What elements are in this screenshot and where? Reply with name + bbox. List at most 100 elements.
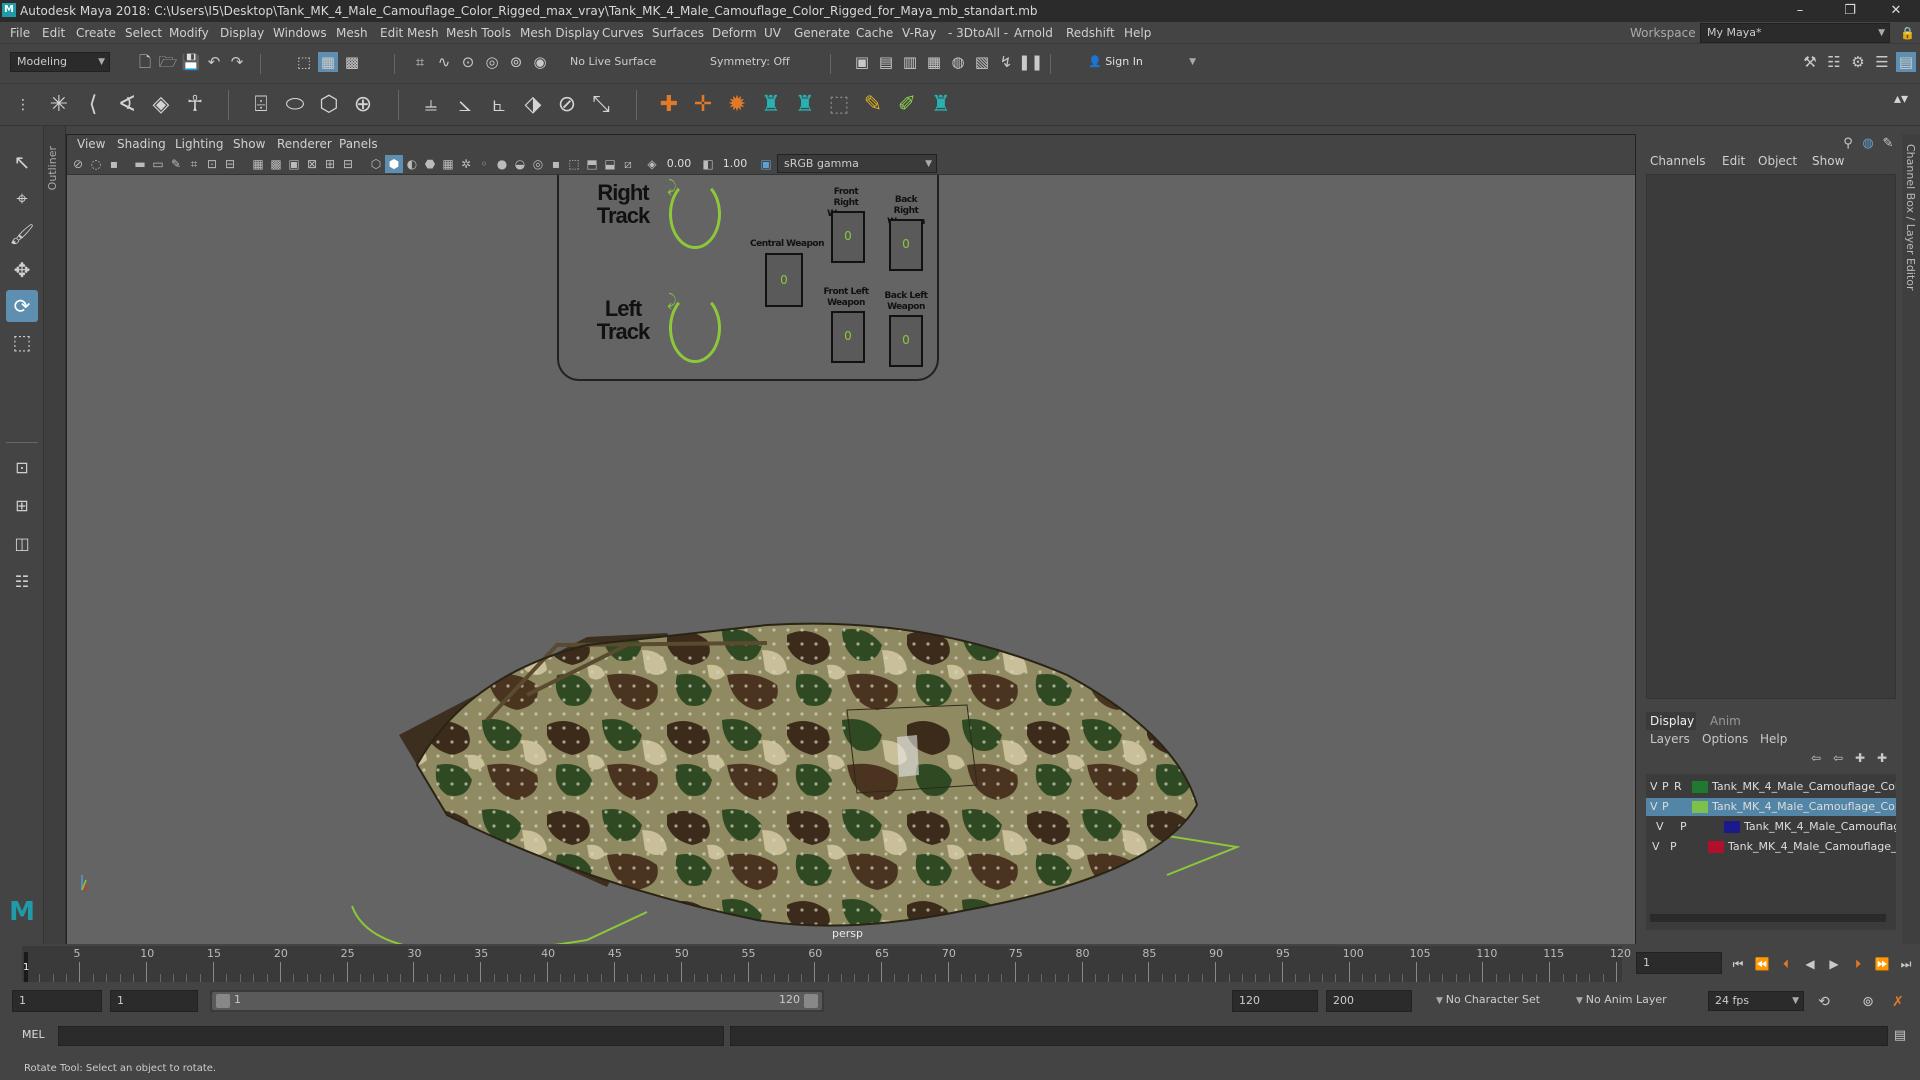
playback-end-field[interactable]: 120	[1232, 990, 1318, 1012]
menu-cache[interactable]: Cache	[856, 22, 893, 44]
menu-help-layers[interactable]: Help	[1760, 730, 1787, 748]
exposure-value[interactable]: 0.00	[661, 155, 697, 173]
attribute-icon[interactable]: ◍	[1858, 134, 1878, 154]
menu-modify[interactable]: Modify	[169, 22, 209, 44]
two-view-layout-icon[interactable]: ◫	[6, 528, 38, 560]
undo-icon[interactable]: ↶	[204, 52, 224, 72]
shelf-scroll-icon[interactable]: ▴▾	[1886, 84, 1916, 114]
open-scene-icon[interactable]: 🗁	[158, 52, 178, 72]
shelf-parent-constraint-icon[interactable]: ⫨	[416, 90, 446, 120]
menu-help[interactable]: Help	[1124, 22, 1151, 44]
paint-select-tool-icon[interactable]: 🖌	[6, 218, 38, 250]
outliner-layout-icon[interactable]: ☷	[6, 566, 38, 598]
time-slider[interactable]: 5 10 15 20 25 30 35 40 45 50 55 60 65 70 75 80 85 90 95 100…	[0, 944, 1920, 984]
step-forward-key-icon[interactable]: ⏩	[1872, 954, 1892, 974]
tab-display[interactable]: Display	[1646, 712, 1696, 730]
channel-box-toggle-icon[interactable]: ▤	[1896, 52, 1916, 72]
select-component-icon[interactable]: ▩	[342, 52, 362, 72]
sign-in-button[interactable]: 👤 Sign In ▼	[1082, 53, 1200, 73]
select-hierarchy-icon[interactable]: ⬚	[294, 52, 314, 72]
time-ruler[interactable]: 5 10 15 20 25 30 35 40 45 50 55 60 65 70 75 80 85 90 95 100…	[22, 946, 1631, 982]
layer-row[interactable]: V P Tank_MK_4_Male_Camouflage_Color	[1646, 798, 1896, 816]
exposure-icon[interactable]: ◈	[643, 155, 661, 173]
animation-start-field[interactable]: 1	[12, 990, 102, 1012]
tab-channels[interactable]: Channels	[1650, 154, 1706, 168]
select-object-icon[interactable]: ▦	[318, 52, 338, 72]
back-right-weapon-slider[interactable]: 0	[889, 219, 923, 271]
menu-windows[interactable]: Windows	[273, 22, 327, 44]
safe-action-icon[interactable]: ⧄	[619, 155, 637, 173]
outliner-strip[interactable]: Outliner	[44, 126, 66, 944]
lights-icon[interactable]: ✲	[457, 155, 475, 173]
shelf-ik-icon[interactable]: ⟨	[78, 90, 108, 120]
snap-grid-icon[interactable]: ⌗	[410, 52, 430, 72]
bookmark-icon[interactable]: ▪	[105, 155, 123, 173]
viewport-menu-view[interactable]: View	[77, 135, 105, 153]
menu-edit-mesh[interactable]: Edit Mesh	[380, 22, 439, 44]
modeling-toolkit-icon[interactable]: ⚒	[1800, 52, 1820, 72]
menu-deform[interactable]: Deform	[712, 22, 757, 44]
shelf-cluster-icon[interactable]: ⌹	[246, 90, 276, 120]
character-set-dropdown[interactable]: ▼ No Character Set	[1430, 991, 1576, 1011]
channel-box-area[interactable]	[1646, 174, 1896, 699]
redo-icon[interactable]: ↷	[227, 52, 247, 72]
shelf-options-icon[interactable]: ⋮	[8, 90, 38, 120]
shelf-joint-icon[interactable]: ✳	[44, 90, 74, 120]
xray-joints-icon[interactable]: ⬣	[421, 155, 439, 173]
layer-name[interactable]: Tank_MK_4_Male_Camouflage_Color	[1712, 798, 1896, 816]
back-left-weapon-slider[interactable]: 0	[889, 315, 923, 367]
layer-playback-toggle[interactable]: P	[1670, 838, 1677, 856]
shaded-icon[interactable]: ⬢	[385, 155, 403, 173]
menu-mesh-tools[interactable]: Mesh Tools	[446, 22, 511, 44]
left-track-rotate-control[interactable]	[669, 293, 721, 363]
layer-color-swatch[interactable]	[1724, 821, 1740, 833]
rotate-tool-icon[interactable]: ⟳	[6, 290, 38, 322]
menu-edit[interactable]: Edit	[42, 22, 65, 44]
layer-playback-toggle[interactable]: P	[1680, 818, 1687, 836]
lock-icon[interactable]: 🔒	[1900, 22, 1915, 44]
vray-ipr-icon[interactable]: ↯	[996, 52, 1016, 72]
hypershade-icon[interactable]: ◍	[948, 52, 968, 72]
viewport-menu-shading[interactable]: Shading	[117, 135, 166, 153]
layer-row[interactable]: V P R Tank_MK_4_Male_Camouflage_Color_	[1646, 778, 1896, 796]
menu-surfaces[interactable]: Surfaces	[652, 22, 704, 44]
animation-end-field[interactable]: 200	[1326, 990, 1412, 1012]
layer-visible-toggle[interactable]: V	[1650, 778, 1658, 796]
menu-mesh-display[interactable]: Mesh Display	[520, 22, 600, 44]
wireframe-on-shaded-icon[interactable]: ⊠	[303, 155, 321, 173]
color-space-dropdown[interactable]: sRGB gamma ▼	[777, 154, 937, 173]
shelf-bind-icon[interactable]: ◈	[146, 90, 176, 120]
channel-box-side-strip[interactable]: Channel Box / Layer Editor	[1902, 134, 1920, 944]
tab-object[interactable]: Object	[1758, 154, 1797, 168]
menu-arnold[interactable]: Arnold	[1014, 22, 1053, 44]
shelf-wire-icon[interactable]: ⊕	[348, 90, 378, 120]
render-settings-icon[interactable]: ▦	[924, 52, 944, 72]
viewport-menu-show[interactable]: Show	[233, 135, 265, 153]
frame-selection-icon[interactable]: ⬓	[601, 155, 619, 173]
two-d-pan-icon[interactable]: ▭	[149, 155, 167, 173]
range-end-grip[interactable]	[804, 994, 818, 1008]
resolution-gate-icon[interactable]: ⊟	[221, 155, 239, 173]
vray-frame-icon[interactable]: ▧	[972, 52, 992, 72]
snap-view-icon[interactable]: ◎	[482, 52, 502, 72]
layer-visible-toggle[interactable]: V	[1656, 818, 1664, 836]
menu-mesh[interactable]: Mesh	[336, 22, 368, 44]
step-back-frame-icon[interactable]: ⏴	[1776, 954, 1796, 974]
menu-file[interactable]: File	[10, 22, 30, 44]
play-forward-icon[interactable]: ▶	[1824, 954, 1844, 974]
layer-name[interactable]: Tank_MK_4_Male_Camouflage_	[1744, 818, 1896, 836]
move-layer-down-icon[interactable]: ⇦	[1828, 748, 1848, 768]
play-back-icon[interactable]: ◀	[1800, 954, 1820, 974]
anim-layer-dropdown[interactable]: ▼ No Anim Layer	[1570, 991, 1688, 1011]
select-mask-icon[interactable]: ⬚	[565, 155, 583, 173]
right-track-rotate-control[interactable]	[669, 179, 721, 249]
ambient-occlusion-icon[interactable]: ▦	[439, 155, 457, 173]
viewport-menu-lighting[interactable]: Lighting	[175, 135, 224, 153]
auto-key-icon[interactable]: ⊚	[1858, 992, 1878, 1012]
tab-edit[interactable]: Edit	[1722, 154, 1745, 168]
layer-playback-toggle[interactable]: P	[1662, 778, 1669, 796]
shelf-quick-rig-icon[interactable]: ♜	[790, 90, 820, 120]
image-plane-icon[interactable]: ▬	[131, 155, 149, 173]
anim-preferences-icon[interactable]: ✗	[1888, 992, 1908, 1012]
shelf-lattice-icon[interactable]: ⬭	[280, 90, 310, 120]
